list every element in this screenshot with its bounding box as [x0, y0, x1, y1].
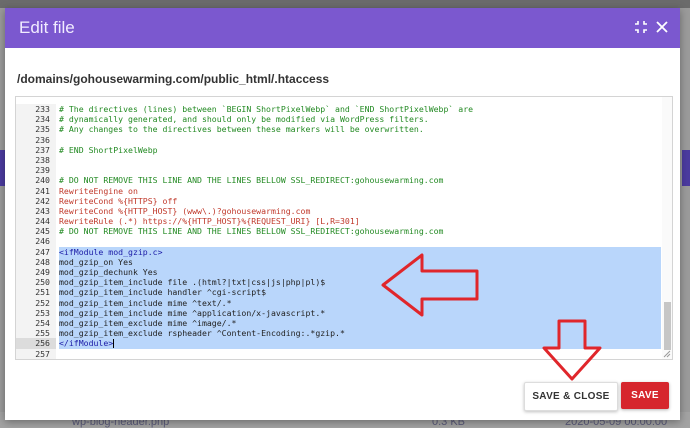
modal-footer: SAVE & CLOSE SAVE: [5, 368, 680, 420]
line-number: 236: [16, 134, 56, 145]
line-number: 247: [16, 246, 56, 257]
code-line[interactable]: 241 RewriteEngine on: [16, 185, 661, 196]
code-line[interactable]: 255 mod_gzip_item_exclude rspheader ^Cont…: [16, 328, 661, 339]
line-number: 249: [16, 267, 56, 278]
close-icon[interactable]: [655, 20, 669, 34]
line-number: 255: [16, 328, 56, 339]
line-number: 237: [16, 144, 56, 155]
background-app-bar: [0, 0, 690, 8]
code-line[interactable]: 251 mod_gzip_item_include handler ^cgi-sc…: [16, 287, 661, 298]
line-number: 251: [16, 287, 56, 298]
line-number: 244: [16, 216, 56, 227]
line-number: 233: [16, 104, 56, 115]
code-line[interactable]: 250 mod_gzip_item_include file .(html?|tx…: [16, 277, 661, 288]
line-number: 253: [16, 307, 56, 318]
file-path: /domains/gohousewarming.com/public_html/…: [17, 72, 330, 86]
code-line[interactable]: 246: [16, 236, 661, 247]
line-text[interactable]: mod_gzip_item_include file .(html?|txt|c…: [59, 277, 661, 288]
edit-file-modal: Edit file /domains/gohousewarming.com/pu…: [5, 8, 680, 420]
code-line[interactable]: 242 RewriteCond %{HTTPS} off: [16, 195, 661, 206]
line-text[interactable]: # END ShortPixelWebp: [59, 145, 661, 155]
line-text[interactable]: # DO NOT REMOVE THIS LINE AND THE LINES …: [59, 175, 661, 185]
line-number: 248: [16, 256, 56, 267]
modal-title: Edit file: [19, 18, 75, 37]
save-button[interactable]: SAVE: [621, 382, 669, 409]
line-text[interactable]: mod_gzip_item_exclude mime ^image/.*: [59, 317, 661, 329]
code-line[interactable]: 252 mod_gzip_item_include mime ^text/.*: [16, 297, 661, 308]
line-text[interactable]: mod_gzip_dechunk Yes: [59, 267, 661, 278]
code-line[interactable]: 249 mod_gzip_dechunk Yes: [16, 267, 661, 278]
line-number: 242: [16, 195, 56, 206]
save-and-close-button[interactable]: SAVE & CLOSE: [524, 382, 618, 411]
code-line[interactable]: 237 # END ShortPixelWebp: [16, 144, 661, 155]
code-line[interactable]: 233 # The directives (lines) between `BEG…: [16, 104, 661, 115]
line-number: 250: [16, 277, 56, 288]
resize-grip-icon[interactable]: [663, 350, 671, 358]
line-number: 257: [16, 348, 56, 359]
line-text[interactable]: RewriteCond %{HTTPS} off: [59, 196, 661, 206]
code-line[interactable]: 244 RewriteRule (.*) https://%{HTTP_HOST}…: [16, 216, 661, 227]
line-text[interactable]: # DO NOT REMOVE THIS LINE AND THE LINES …: [59, 226, 661, 236]
line-text[interactable]: mod_gzip_item_exclude rspheader ^Content…: [59, 328, 661, 339]
code-line[interactable]: 245 # DO NOT REMOVE THIS LINE AND THE LIN…: [16, 226, 661, 237]
line-text[interactable]: RewriteRule (.*) https://%{HTTP_HOST}%{R…: [59, 216, 661, 226]
expand-icon[interactable]: [634, 20, 648, 34]
line-number: 239: [16, 165, 56, 176]
line-text[interactable]: mod_gzip_on Yes: [59, 256, 661, 268]
code-line[interactable]: 257: [16, 348, 661, 359]
code-line[interactable]: 256 </ifModule>: [16, 338, 661, 349]
line-number: 252: [16, 297, 56, 308]
line-text[interactable]: # dynamically generated, and should only…: [59, 114, 661, 124]
code-editor[interactable]: 233 # The directives (lines) between `BEG…: [15, 96, 673, 360]
line-text[interactable]: mod_gzip_item_include mime ^text/.*: [59, 297, 661, 308]
line-text[interactable]: # Any changes to the directives between …: [59, 124, 661, 134]
code-line[interactable]: 243 RewriteCond %{HTTP_HOST} (www\.)?goho…: [16, 205, 661, 217]
scrollbar-thumb[interactable]: [664, 302, 671, 350]
code-line[interactable]: 254 mod_gzip_item_exclude mime ^image/.*: [16, 317, 661, 329]
code-line[interactable]: 247 <ifModule mod_gzip.c>: [16, 246, 661, 257]
code-line[interactable]: 253 mod_gzip_item_include mime ^applicati…: [16, 307, 661, 318]
line-text[interactable]: mod_gzip_item_include handler ^cgi-scrip…: [59, 287, 661, 298]
line-number: 256: [16, 338, 56, 349]
line-number: 243: [16, 205, 56, 217]
line-number: 245: [16, 226, 56, 237]
line-text[interactable]: RewriteEngine on: [59, 186, 661, 196]
text-cursor: [113, 339, 115, 349]
line-number: 238: [16, 154, 56, 166]
line-text[interactable]: mod_gzip_item_include mime ^application/…: [59, 307, 661, 318]
line-number: 246: [16, 236, 56, 247]
line-number: 254: [16, 317, 56, 329]
code-line[interactable]: 235 # Any changes to the directives betwe…: [16, 124, 661, 135]
code-line[interactable]: 239: [16, 165, 661, 176]
code-line[interactable]: 240 # DO NOT REMOVE THIS LINE AND THE LIN…: [16, 175, 661, 186]
background-stripe-right: [682, 150, 690, 186]
code-lines[interactable]: 233 # The directives (lines) between `BEG…: [16, 104, 661, 359]
code-line[interactable]: 238: [16, 154, 661, 166]
code-line[interactable]: 236: [16, 134, 661, 145]
line-text[interactable]: # The directives (lines) between `BEGIN …: [59, 104, 661, 114]
line-number: 234: [16, 114, 56, 125]
line-text[interactable]: <ifModule mod_gzip.c>: [59, 246, 661, 257]
modal-header: Edit file: [5, 8, 680, 48]
code-line[interactable]: 234 # dynamically generated, and should o…: [16, 114, 661, 125]
code-line[interactable]: 248 mod_gzip_on Yes: [16, 256, 661, 268]
line-number: 235: [16, 124, 56, 135]
line-text[interactable]: RewriteCond %{HTTP_HOST} (www\.)?gohouse…: [59, 206, 661, 216]
line-number: 240: [16, 175, 56, 186]
line-text[interactable]: </ifModule>: [59, 338, 661, 349]
line-number: 241: [16, 185, 56, 196]
editor-scrollbar[interactable]: [662, 97, 672, 359]
